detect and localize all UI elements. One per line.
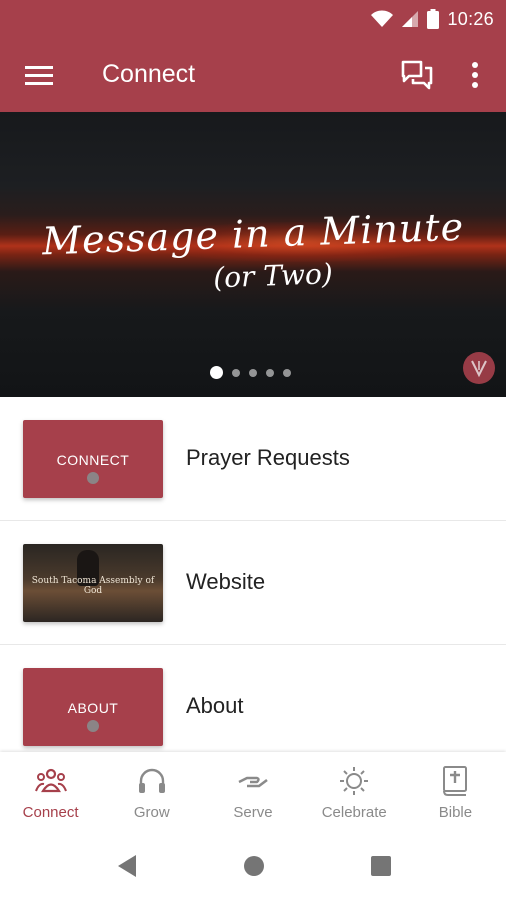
content-list: CONNECT Prayer Requests South Tacoma Ass… xyxy=(0,397,506,769)
carousel-dot[interactable] xyxy=(232,368,240,377)
chat-button[interactable] xyxy=(400,59,434,91)
tab-connect[interactable]: Connect xyxy=(0,752,101,830)
page-title: Connect xyxy=(102,60,196,88)
tab-label: Grow xyxy=(133,804,170,821)
battery-icon xyxy=(427,9,440,29)
thumbnail-about: ABOUT xyxy=(23,668,163,746)
thumbnail-website: South Tacoma Assembly of God xyxy=(23,544,163,622)
status-time: 10:26 xyxy=(447,8,494,29)
chat-icon xyxy=(401,60,433,90)
status-icons: 10:26 xyxy=(371,0,494,38)
headphones-icon xyxy=(138,768,165,793)
tab-label: Celebrate xyxy=(321,804,387,821)
menu-icon xyxy=(25,66,53,85)
seal-icon xyxy=(87,720,99,732)
status-bar: 10:26 xyxy=(0,0,506,38)
tab-bible[interactable]: Bible xyxy=(405,752,506,830)
tab-label: Connect xyxy=(22,804,79,821)
recents-icon[interactable] xyxy=(370,854,392,878)
tab-label: Serve xyxy=(233,804,273,821)
more-vert-icon xyxy=(472,62,478,88)
people-group-icon xyxy=(34,768,67,793)
hero-text: Message in a Minute (or Two) xyxy=(0,205,506,295)
home-icon[interactable] xyxy=(243,854,265,878)
tab-grow[interactable]: Grow xyxy=(101,752,202,830)
thumbnail-photo-title: South Tacoma Assembly of God xyxy=(31,576,155,596)
menu-button[interactable] xyxy=(24,61,54,89)
app-bar: Connect xyxy=(0,38,506,112)
cell-signal-icon xyxy=(402,11,419,27)
carousel-dot[interactable] xyxy=(283,368,291,377)
carousel-indicator xyxy=(210,366,291,379)
thumbnail-connect: CONNECT xyxy=(23,420,163,498)
system-navigation-bar xyxy=(0,830,506,900)
carousel-dot[interactable] xyxy=(266,368,274,377)
thumbnail-label: ABOUT xyxy=(67,700,119,716)
tab-serve[interactable]: Serve xyxy=(202,752,303,830)
handshake-icon xyxy=(238,776,268,788)
thumbnail-label: CONNECT xyxy=(56,452,130,468)
list-item-about[interactable]: ABOUT About xyxy=(0,645,506,769)
tab-label: Bible xyxy=(438,804,473,821)
hero-carousel[interactable]: Message in a Minute (or Two) xyxy=(0,112,506,397)
back-icon[interactable] xyxy=(116,854,138,878)
sun-icon xyxy=(340,767,369,795)
list-item-label: Website xyxy=(186,569,266,594)
bible-icon xyxy=(443,766,468,796)
list-item-label: Prayer Requests xyxy=(186,445,350,470)
bottom-navigation: Connect Grow Serve Celebrate Bible xyxy=(0,752,506,830)
carousel-dot[interactable] xyxy=(249,368,257,377)
more-options-button[interactable] xyxy=(464,60,486,90)
church-logo-icon xyxy=(463,352,495,384)
wifi-icon xyxy=(371,10,394,27)
seal-icon xyxy=(87,472,99,484)
carousel-dot[interactable] xyxy=(210,366,223,379)
tab-celebrate[interactable]: Celebrate xyxy=(304,752,405,830)
list-item-prayer-requests[interactable]: CONNECT Prayer Requests xyxy=(0,397,506,521)
list-item-label: About xyxy=(186,693,244,718)
list-item-website[interactable]: South Tacoma Assembly of God Website xyxy=(0,521,506,645)
